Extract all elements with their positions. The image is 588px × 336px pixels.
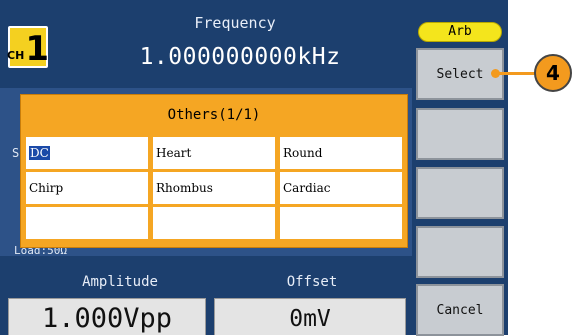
cancel-button[interactable]: Cancel bbox=[416, 284, 504, 336]
background-s-label: S bbox=[12, 146, 20, 160]
waveform-option-dc[interactable]: DC bbox=[26, 137, 148, 169]
waveform-option-cardiac[interactable]: Cardiac bbox=[280, 172, 402, 204]
waveform-option-empty[interactable] bbox=[26, 207, 148, 239]
softkey-panel: Arb Select Cancel bbox=[412, 0, 508, 336]
waveform-option-heart[interactable]: Heart bbox=[153, 137, 275, 169]
callout-line bbox=[494, 72, 536, 75]
waveform-option-round[interactable]: Round bbox=[280, 137, 402, 169]
channel-number: 1 bbox=[25, 29, 49, 69]
option-label: Rhombus bbox=[156, 181, 213, 195]
waveform-option-empty[interactable] bbox=[153, 207, 275, 239]
option-label: Chirp bbox=[29, 181, 64, 195]
softkey-3[interactable] bbox=[416, 167, 504, 219]
arb-tab[interactable]: Arb bbox=[418, 22, 502, 42]
waveform-grid: DC Heart Round Chirp Rhombus Cardiac bbox=[26, 137, 402, 239]
waveform-select-popup: Others(1/1) DC Heart Round Chirp Rhombus… bbox=[20, 94, 408, 248]
waveform-option-rhombus[interactable]: Rhombus bbox=[153, 172, 275, 204]
option-label: Round bbox=[283, 146, 323, 160]
option-label: DC bbox=[29, 146, 50, 160]
waveform-option-empty[interactable] bbox=[280, 207, 402, 239]
offset-label: Offset bbox=[286, 274, 338, 290]
amplitude-label: Amplitude bbox=[82, 274, 158, 290]
display-screen: CH 1 Frequency 1.000000000kHz S Load:50Ω… bbox=[0, 0, 412, 335]
option-label: Heart bbox=[156, 146, 192, 160]
callout-number-badge: 4 bbox=[534, 54, 572, 92]
callout-dot bbox=[491, 69, 500, 78]
option-label: Cardiac bbox=[283, 181, 331, 195]
popup-title: Others(1/1) bbox=[167, 107, 261, 123]
waveform-option-chirp[interactable]: Chirp bbox=[26, 172, 148, 204]
softkey-4[interactable] bbox=[416, 226, 504, 278]
frequency-label: Frequency bbox=[194, 14, 276, 32]
softkey-2[interactable] bbox=[416, 108, 504, 160]
channel-badge[interactable]: CH 1 bbox=[7, 26, 49, 69]
frequency-value[interactable]: 1.000000000kHz bbox=[110, 44, 370, 70]
amplitude-value[interactable]: 1.000Vpp bbox=[8, 298, 206, 335]
channel-prefix: CH bbox=[7, 49, 25, 62]
offset-value[interactable]: 0mV bbox=[214, 298, 406, 335]
